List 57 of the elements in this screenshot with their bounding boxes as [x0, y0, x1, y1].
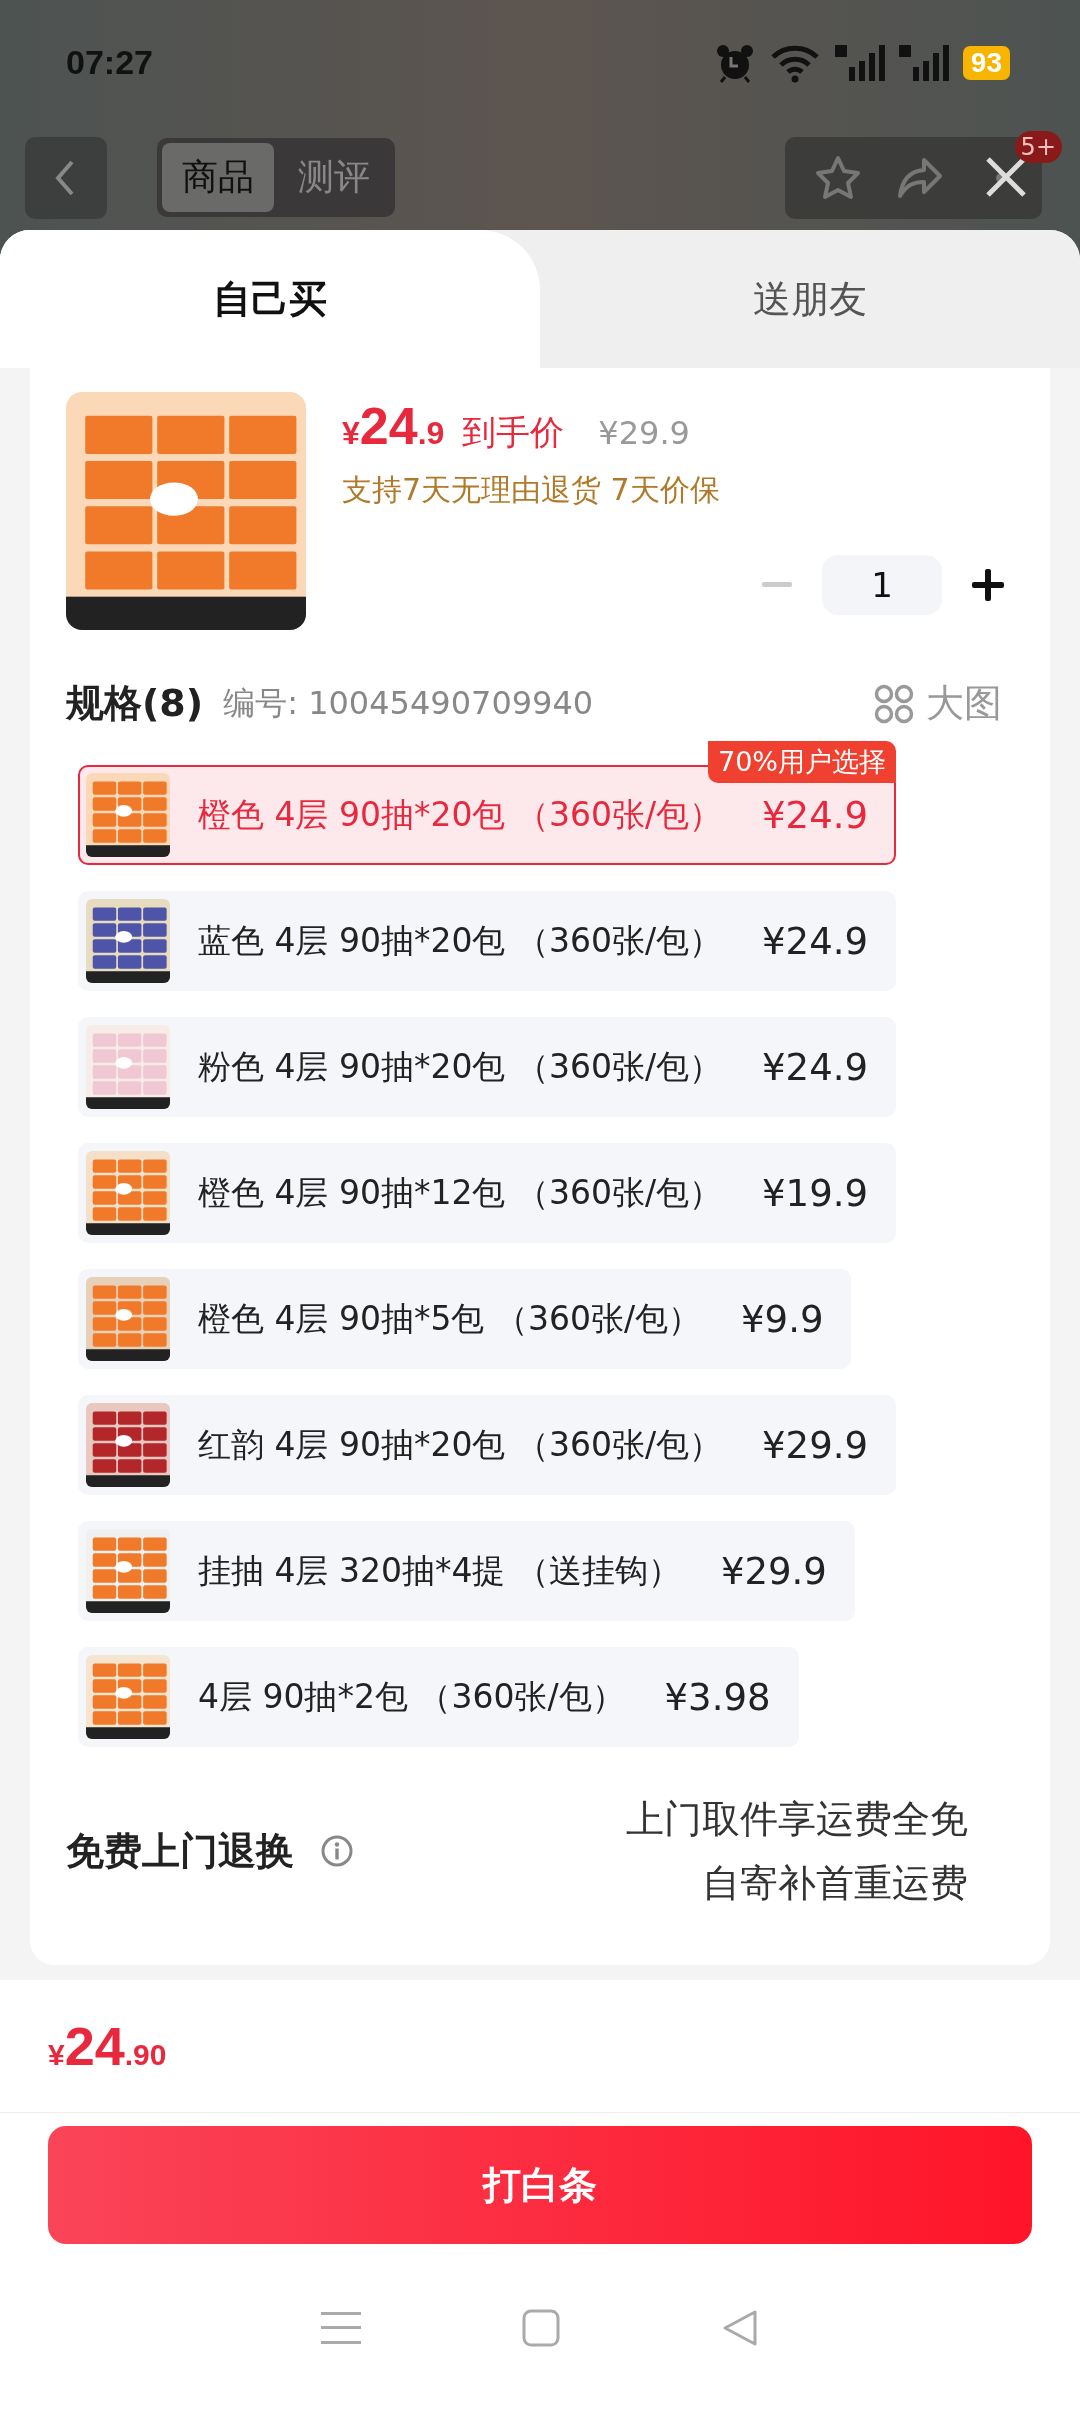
spec-option[interactable]: 蓝色 4层 90抽*20包 （360张/包） ¥24.9	[78, 891, 896, 991]
spec-title: 规格(8)	[66, 680, 204, 727]
back-nav-icon[interactable]	[721, 2309, 760, 2347]
option-price: ¥24.9	[762, 919, 868, 963]
option-name: 橙色 4层 90抽*5包 （360张/包）	[198, 1297, 702, 1340]
deal-price: ¥24.9	[342, 396, 445, 456]
spec-option[interactable]: 挂抽 4层 320抽*4提 （送挂钩） ¥29.9	[78, 1521, 855, 1621]
star-icon	[813, 153, 862, 202]
minus-icon	[762, 582, 792, 588]
option-name: 粉色 4层 90抽*20包 （360张/包）	[198, 1045, 723, 1088]
signal-icon	[898, 42, 949, 83]
purchase-tab[interactable]: 送朋友	[540, 230, 1080, 368]
status-time: 07:27	[66, 43, 153, 82]
option-price: ¥24.9	[762, 793, 868, 837]
product-code: 编号: 10045490709940	[223, 682, 594, 724]
option-price: ¥24.9	[762, 1045, 868, 1089]
plus-icon	[972, 569, 1004, 601]
guarantee-text: 支持7天无理由退货 7天价保	[342, 471, 721, 509]
home-icon[interactable]	[522, 2309, 560, 2347]
option-name: 橙色 4层 90抽*20包 （360张/包）	[198, 793, 723, 836]
option-name: 4层 90抽*2包 （360张/包）	[198, 1675, 625, 1718]
decrease-button[interactable]	[762, 582, 792, 588]
spec-option[interactable]: 红韵 4层 90抽*20包 （360张/包） ¥29.9	[78, 1395, 896, 1495]
option-price: ¥19.9	[762, 1171, 868, 1215]
signal-icon	[834, 42, 885, 83]
option-price: ¥9.9	[741, 1297, 824, 1341]
option-price: ¥29.9	[762, 1423, 868, 1467]
credit-pay-button[interactable]: 打白条	[48, 2126, 1032, 2244]
option-name: 橙色 4层 90抽*12包 （360张/包）	[198, 1171, 723, 1214]
returns-info: 上门取件享运费全免	[626, 1796, 968, 1843]
grid-icon	[874, 683, 914, 724]
option-name: 蓝色 4层 90抽*20包 （360张/包）	[198, 919, 723, 962]
notification-badge: 5+	[1014, 130, 1062, 163]
menu-icon[interactable]	[320, 2310, 361, 2346]
alarm-icon	[714, 42, 755, 83]
info-icon[interactable]	[320, 1834, 354, 1868]
returns-title: 免费上门退换	[66, 1827, 294, 1875]
option-price: ¥3.98	[664, 1675, 771, 1719]
close-icon[interactable]	[984, 154, 1028, 199]
option-name: 挂抽 4层 320抽*4提 （送挂钩）	[198, 1549, 681, 1592]
spec-option[interactable]: 橙色 4层 90抽*5包 （360张/包） ¥9.9	[78, 1269, 852, 1369]
price-label: 到手价	[462, 411, 565, 454]
purchase-tab[interactable]: 自己买	[0, 230, 540, 368]
option-price: ¥29.9	[720, 1549, 827, 1593]
battery-indicator: 93	[962, 45, 1010, 80]
option-name: 红韵 4层 90抽*20包 （360张/包）	[198, 1423, 723, 1466]
spec-option[interactable]: 粉色 4层 90抽*20包 （360张/包） ¥24.9	[78, 1017, 896, 1117]
back-button[interactable]	[25, 136, 107, 219]
original-price: ¥29.9	[598, 414, 690, 452]
spec-option[interactable]: 橙色 4层 90抽*12包 （360张/包） ¥19.9	[78, 1143, 896, 1243]
popularity-tag: 70%用户选择	[708, 741, 896, 783]
total-price: ¥24.90	[48, 2015, 167, 2077]
large-image-label: 大图	[926, 680, 1002, 727]
increase-button[interactable]	[972, 569, 1004, 601]
returns-info: 自寄补首重运费	[702, 1860, 968, 1907]
spec-option[interactable]: 4层 90抽*2包 （360张/包） ¥3.98	[78, 1647, 799, 1747]
quantity-field[interactable]: 1	[822, 555, 942, 615]
